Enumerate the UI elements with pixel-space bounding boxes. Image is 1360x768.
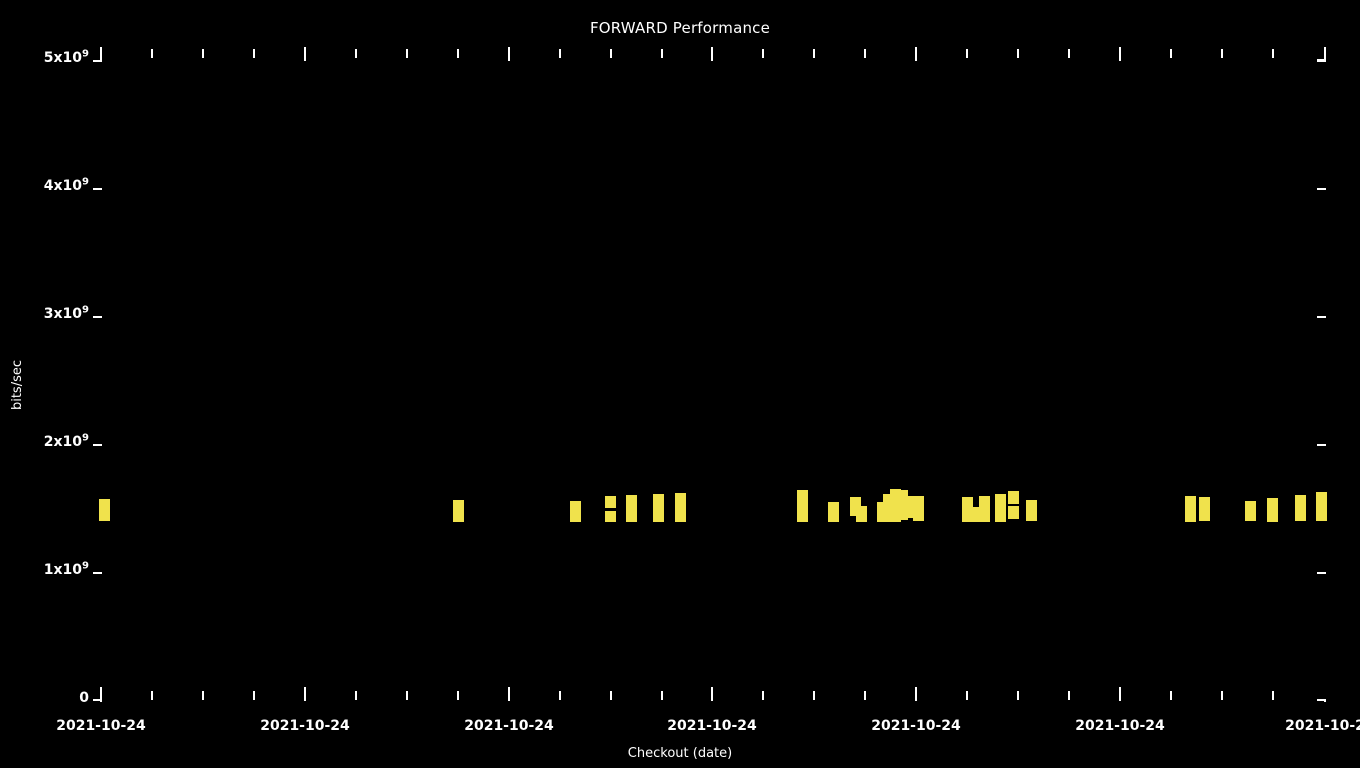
bar: [453, 500, 464, 522]
x-tick-mark-top-minor: [253, 49, 255, 58]
y-tick-mark: [1317, 572, 1326, 574]
chart-canvas: FORWARD Performance bits/sec Checkout (d…: [0, 0, 1360, 768]
x-tick-mark-bottom-minor: [1221, 691, 1223, 700]
x-tick-label: 2021-10-24: [1075, 718, 1165, 734]
x-tick-mark-bottom: [1119, 687, 1121, 701]
x-tick-mark-bottom: [711, 687, 713, 701]
bar: [1008, 491, 1019, 504]
x-tick-mark-top-minor: [1068, 49, 1070, 58]
x-tick-mark-top-minor: [864, 49, 866, 58]
bar: [1008, 506, 1019, 519]
bar: [962, 497, 973, 522]
x-tick-label: 2021-10-24: [871, 718, 961, 734]
x-tick-mark-top-minor: [1272, 49, 1274, 58]
y-axis-label-text: bits/sec: [10, 359, 25, 411]
y-tick-mark: [1317, 444, 1326, 446]
x-tick-mark-bottom: [508, 687, 510, 701]
x-tick-label: 2021-10-24: [464, 718, 554, 734]
x-tick-mark-bottom-minor: [457, 691, 459, 700]
axis-corner-bottom-right-v: [1324, 699, 1326, 702]
x-tick-mark-top: [508, 47, 510, 61]
x-tick-mark-bottom-minor: [1017, 691, 1019, 700]
bar: [1185, 496, 1196, 522]
x-tick-mark-bottom-minor: [661, 691, 663, 700]
y-tick-mark: [93, 444, 102, 446]
bar: [797, 490, 808, 522]
bar: [1295, 495, 1306, 521]
y-tick-mark: [93, 316, 102, 318]
axis-corner-bottom-left-v: [100, 699, 102, 702]
x-tick-mark-top: [915, 47, 917, 61]
bar: [99, 499, 110, 521]
x-tick-mark-top-minor: [457, 49, 459, 58]
x-tick-mark-top-minor: [813, 49, 815, 58]
x-tick-mark-bottom-minor: [202, 691, 204, 700]
bar: [626, 495, 637, 522]
x-tick-mark-bottom-minor: [1170, 691, 1172, 700]
x-tick-mark-bottom-minor: [966, 691, 968, 700]
y-tick-label: 4x109: [43, 176, 89, 194]
x-tick-mark-bottom-minor: [813, 691, 815, 700]
x-tick-mark-top: [1119, 47, 1121, 61]
x-axis-label: Checkout (date): [627, 746, 733, 761]
x-tick-mark-bottom-minor: [762, 691, 764, 700]
bar: [1267, 498, 1278, 522]
x-tick-mark-bottom-minor: [355, 691, 357, 700]
y-tick-mark: [1317, 316, 1326, 318]
x-tick-mark-bottom-minor: [1272, 691, 1274, 700]
x-tick-mark-bottom-minor: [610, 691, 612, 700]
y-tick-label: 5x109: [43, 48, 89, 66]
axis-corner-top-right-v: [1324, 47, 1326, 60]
x-tick-mark-top: [100, 47, 102, 61]
y-tick-mark: [1317, 188, 1326, 190]
y-tick-mark: [93, 188, 102, 190]
x-tick-mark-bottom: [915, 687, 917, 701]
x-tick-mark-bottom-minor: [1068, 691, 1070, 700]
bar: [913, 496, 924, 521]
x-tick-mark-bottom-minor: [406, 691, 408, 700]
x-tick-mark-top: [304, 47, 306, 61]
x-tick-label: 2021-10-2: [1285, 718, 1360, 734]
x-tick-mark-top-minor: [355, 49, 357, 58]
bar: [605, 511, 616, 522]
y-tick-label: 0: [79, 690, 89, 706]
bar: [1199, 497, 1210, 521]
x-tick-mark-top-minor: [1017, 49, 1019, 58]
x-tick-label: 2021-10-24: [667, 718, 757, 734]
x-tick-mark-top-minor: [406, 49, 408, 58]
x-tick-mark-bottom-minor: [151, 691, 153, 700]
x-tick-mark-top-minor: [610, 49, 612, 58]
x-tick-label: 2021-10-24: [260, 718, 350, 734]
x-tick-mark-top-minor: [966, 49, 968, 58]
x-tick-label: 2021-10-24: [56, 718, 146, 734]
x-tick-mark-top-minor: [151, 49, 153, 58]
bar: [605, 496, 616, 508]
bar: [653, 494, 664, 522]
bar: [995, 494, 1006, 522]
chart-title: FORWARD Performance: [589, 19, 771, 37]
x-tick-mark-bottom-minor: [559, 691, 561, 700]
y-tick-label: 3x109: [43, 304, 89, 322]
x-tick-mark-bottom-minor: [253, 691, 255, 700]
bar: [570, 501, 581, 522]
x-tick-mark-bottom: [304, 687, 306, 701]
x-tick-mark-top: [711, 47, 713, 61]
x-tick-mark-top-minor: [202, 49, 204, 58]
bar: [675, 493, 686, 522]
bar: [979, 496, 990, 522]
x-tick-mark-top-minor: [661, 49, 663, 58]
x-tick-mark-top-minor: [762, 49, 764, 58]
y-tick-mark: [93, 572, 102, 574]
bar: [1316, 492, 1327, 521]
x-tick-mark-top-minor: [1170, 49, 1172, 58]
bar: [1245, 501, 1256, 521]
bar: [828, 502, 839, 522]
x-tick-mark-bottom-minor: [864, 691, 866, 700]
y-tick-label: 2x109: [43, 432, 89, 450]
bar: [1026, 500, 1037, 521]
y-tick-label: 1x109: [43, 560, 89, 578]
x-tick-mark-top-minor: [1221, 49, 1223, 58]
bar: [856, 506, 867, 522]
x-tick-mark-top-minor: [559, 49, 561, 58]
